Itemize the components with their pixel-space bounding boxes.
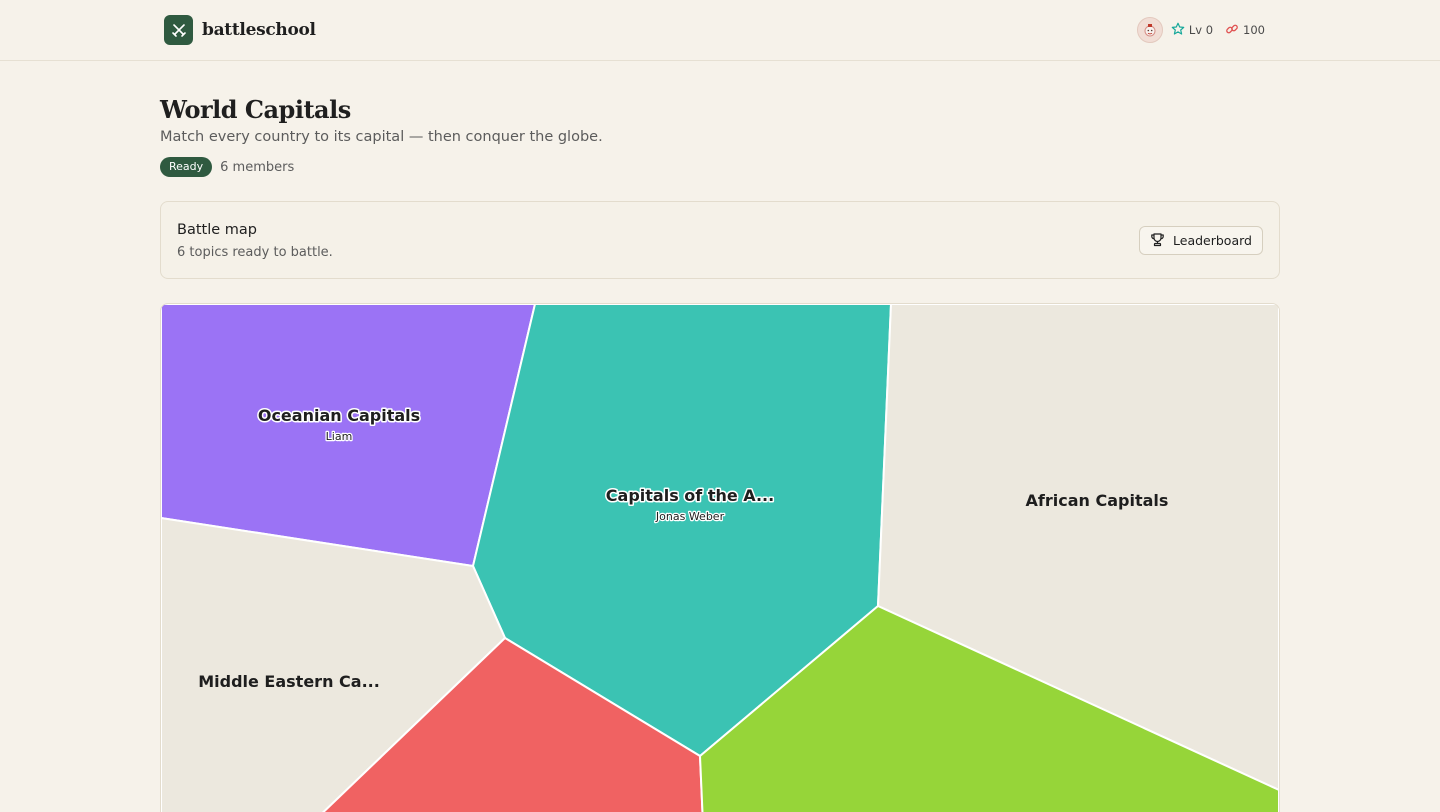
battle-map-svg: Oceanian Capitals Liam Capitals of the A… [161, 304, 1279, 812]
level-stat: Lv 0 [1171, 22, 1213, 39]
territory-label-oceanian: Oceanian Capitals [258, 406, 420, 425]
battle-map-panel: Battle map 6 topics ready to battle. Lea… [160, 201, 1280, 279]
territory-owner-oceanian: Liam [326, 430, 353, 443]
leaderboard-button[interactable]: Leaderboard [1139, 226, 1263, 255]
territory-owner-americas: Jonas Weber [655, 510, 725, 523]
territory-label-middle-eastern: Middle Eastern Ca... [198, 672, 380, 691]
page-title: World Capitals [160, 95, 351, 124]
brand-home-link[interactable]: battleschool [164, 15, 316, 45]
star-icon [1171, 22, 1185, 39]
status-badge: Ready [160, 157, 213, 177]
page-subtitle: Match every country to its capital — the… [160, 129, 603, 145]
level-label: Lv 0 [1188, 23, 1214, 37]
crossed-swords-icon [164, 15, 193, 45]
points-value: 100 [1243, 23, 1265, 37]
battle-map: Oceanian Capitals Liam Capitals of the A… [160, 303, 1280, 812]
panel-title: Battle map [177, 222, 257, 238]
user-stats: Lv 0 100 [1136, 17, 1265, 43]
territory-label-americas: Capitals of the A... [606, 486, 774, 505]
link-icon [1225, 22, 1239, 39]
brand-name: battleschool [202, 20, 316, 40]
members-count: 6 members [220, 159, 295, 175]
meta-row: Ready 6 members [160, 157, 294, 177]
avatar-icon[interactable] [1136, 17, 1163, 43]
trophy-icon [1150, 232, 1165, 250]
leaderboard-label: Leaderboard [1173, 233, 1252, 248]
territory-label-african: African Capitals [1026, 491, 1169, 510]
points-stat: 100 [1225, 22, 1265, 39]
top-bar: battleschool Lv 0 100 [0, 0, 1440, 61]
panel-subtitle: 6 topics ready to battle. [177, 245, 333, 260]
